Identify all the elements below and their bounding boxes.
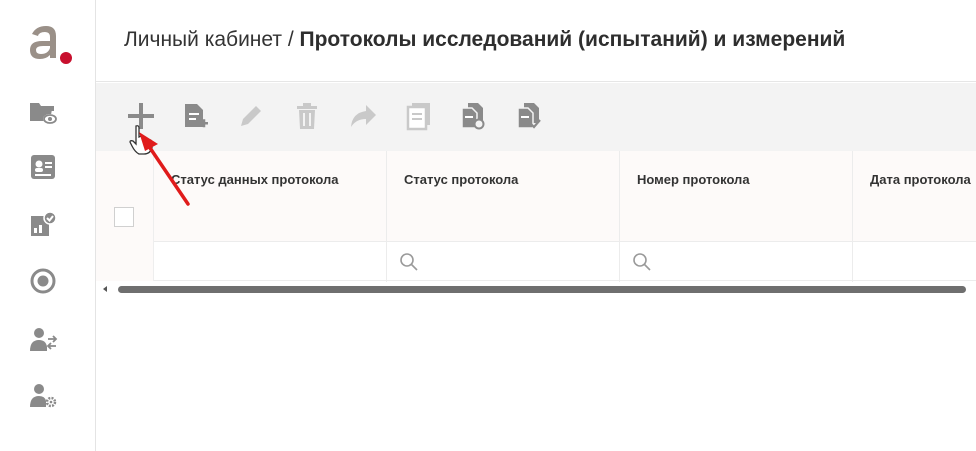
user-settings-icon[interactable]	[26, 378, 60, 412]
search-icon	[633, 253, 651, 271]
filter-data-status[interactable]	[154, 242, 387, 282]
filter-row	[154, 241, 976, 282]
list-icon	[406, 103, 430, 131]
share-button[interactable]	[344, 97, 382, 135]
scrollbar-thumb[interactable]	[118, 286, 966, 293]
filter-protocol-number[interactable]	[620, 242, 853, 282]
filter-protocol-status[interactable]	[387, 242, 620, 282]
delete-icon	[297, 103, 317, 129]
column-title: Дата протокола	[870, 172, 971, 187]
copy-documents-button[interactable]	[454, 97, 492, 135]
scroll-left-icon[interactable]	[100, 284, 110, 294]
approve-documents-button[interactable]	[510, 97, 548, 135]
users-transfer-icon[interactable]	[26, 322, 60, 356]
column-header-protocol-date[interactable]: Дата протокола	[853, 151, 976, 241]
sidebar	[0, 0, 96, 451]
list-button[interactable]	[400, 97, 438, 135]
search-icon	[400, 253, 418, 271]
logo[interactable]	[22, 20, 76, 68]
approve-documents-icon	[517, 103, 541, 129]
page-title-text: Протоколы исследований (испытаний) и изм…	[299, 28, 846, 51]
column-header-protocol-status[interactable]: Статус протокола	[387, 151, 620, 241]
report-check-icon[interactable]	[26, 207, 60, 241]
column-header-protocol-number[interactable]: Номер протокола	[620, 151, 853, 241]
toolbar	[96, 83, 976, 151]
id-card-icon[interactable]	[26, 150, 60, 184]
annotation-arrow	[139, 132, 190, 206]
page-title: Личный кабинет / Протоколы исследований …	[124, 28, 845, 52]
edit-button[interactable]	[232, 97, 270, 135]
edit-icon	[241, 106, 261, 126]
page-header: Личный кабинет / Протоколы исследований …	[96, 0, 976, 82]
folder-eye-icon[interactable]	[26, 95, 60, 129]
share-icon	[351, 105, 376, 127]
copy-documents-icon	[461, 103, 485, 130]
column-title: Номер протокола	[637, 172, 750, 187]
protocols-table: Статус данных протокола Статус протокола…	[96, 151, 976, 282]
horizontal-scrollbar[interactable]	[96, 283, 976, 295]
delete-button[interactable]	[288, 97, 326, 135]
column-title: Статус протокола	[404, 172, 519, 187]
breadcrumb[interactable]: Личный кабинет /	[124, 28, 294, 51]
radio-circle-icon[interactable]	[26, 264, 60, 298]
filter-protocol-date[interactable]	[853, 242, 976, 282]
